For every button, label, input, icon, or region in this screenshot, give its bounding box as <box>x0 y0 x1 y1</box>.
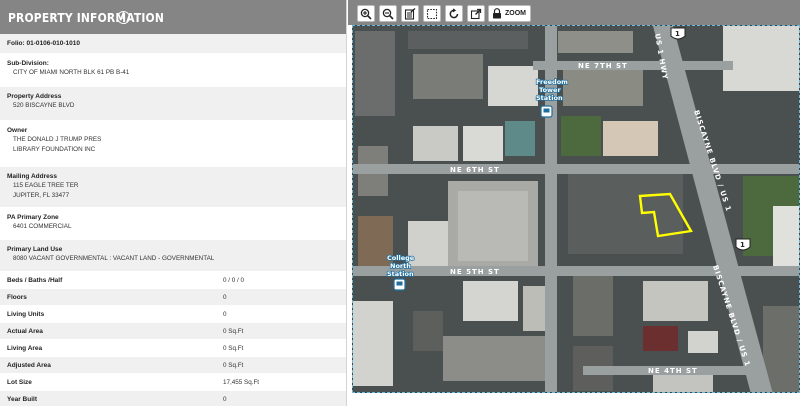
year-built-value: 0 <box>223 395 227 403</box>
floors-value: 0 <box>223 293 227 301</box>
label-ne-4th: NE 4TH ST <box>648 367 698 375</box>
route-shield-right: 1 <box>735 238 751 251</box>
subdivision-row: Sub-Division: CITY OF MIAMI NORTH BLK 61… <box>0 54 346 87</box>
beds-value: 0 / 0 / 0 <box>223 276 245 284</box>
lot-size-row: Lot Size 17,455 Sq.Ft <box>0 374 346 391</box>
folio-text: Folio: 01-0106-010-1010 <box>7 40 80 47</box>
property-address-label: Property Address <box>7 93 62 100</box>
zone-value: 6401 COMMERCIAL <box>13 223 72 230</box>
mailing-line-1: 115 EAGLE TREE TER <box>13 182 79 189</box>
actual-area-row: Actual Area 0 Sq.Ft <box>0 323 346 340</box>
label-ne-7th: NE 7TH ST <box>578 62 628 70</box>
refresh-icon[interactable] <box>445 5 463 22</box>
folio-row: Folio: 01-0106-010-1010 <box>0 34 346 54</box>
zoom-button[interactable]: ZOOM <box>488 5 531 22</box>
floors-row: Floors 0 <box>0 289 346 306</box>
svg-text:Tower: Tower <box>539 86 561 94</box>
select-box-icon[interactable] <box>423 5 441 22</box>
panel-title: PROPERTY INFORMATION <box>8 9 165 25</box>
floors-label: Floors <box>7 293 27 301</box>
svg-text:Station: Station <box>536 94 563 102</box>
living-units-label: Living Units <box>7 310 45 318</box>
property-fields: Folio: 01-0106-010-1010 Sub-Division: CI… <box>0 34 346 406</box>
owner-row: Owner THE DONALD J TRUMP PRES LIBRARY FO… <box>0 121 346 167</box>
mailing-line-2: JUPITER, FL 33477 <box>13 192 70 199</box>
zoom-label: ZOOM <box>505 10 526 17</box>
svg-text:1: 1 <box>675 30 680 38</box>
lot-size-label: Lot Size <box>7 378 32 386</box>
lot-size-value: 17,455 Sq.Ft <box>223 378 260 386</box>
living-units-row: Living Units 0 <box>0 306 346 323</box>
actual-area-label: Actual Area <box>7 327 43 335</box>
land-use-value: 8080 VACANT GOVERNMENTAL : VACANT LAND -… <box>13 255 215 262</box>
land-use-label: Primary Land Use <box>7 246 63 253</box>
living-area-label: Living Area <box>7 344 43 352</box>
zone-label: PA Primary Zone <box>7 214 59 221</box>
mailing-address-label: Mailing Address <box>7 173 57 180</box>
route-shield-top: 1 <box>670 27 686 40</box>
adjusted-area-value: 0 Sq.Ft <box>223 361 244 369</box>
living-units-value: 0 <box>223 310 227 318</box>
page: PROPERTY INFORMATION i Folio: 01-0106-01… <box>0 0 800 406</box>
map-footer <box>348 393 800 406</box>
external-link-icon[interactable] <box>467 5 485 22</box>
property-info-panel: PROPERTY INFORMATION i Folio: 01-0106-01… <box>0 0 347 406</box>
lock-icon <box>493 8 501 19</box>
owner-line-2: LIBRARY FOUNDATION INC <box>13 146 96 153</box>
year-built-label: Year Built <box>7 395 37 403</box>
owner-label: Owner <box>7 127 28 134</box>
svg-text:College: College <box>387 254 415 262</box>
svg-text:1: 1 <box>740 241 745 249</box>
svg-text:Station: Station <box>387 270 414 278</box>
subdivision-label: Sub-Division: <box>7 60 49 67</box>
beds-row: Beds / Baths /Half 0 / 0 / 0 <box>0 272 346 289</box>
label-ne-6th: NE 6TH ST <box>450 166 500 174</box>
svg-text:Freedom: Freedom <box>536 78 568 86</box>
beds-label: Beds / Baths /Half <box>7 276 63 284</box>
living-area-value: 0 Sq.Ft <box>223 344 244 352</box>
zoom-in-icon[interactable] <box>357 5 375 22</box>
label-ne-5th: NE 5TH ST <box>450 268 500 276</box>
adjusted-area-row: Adjusted Area 0 Sq.Ft <box>0 357 346 374</box>
actual-area-value: 0 Sq.Ft <box>223 327 244 335</box>
property-address-value: 520 BISCAYNE BLVD <box>13 102 75 109</box>
land-use-row: Primary Land Use 8080 VACANT GOVERNMENTA… <box>0 240 346 272</box>
adjusted-area-label: Adjusted Area <box>7 361 51 369</box>
zone-row: PA Primary Zone 6401 COMMERCIAL <box>0 208 346 240</box>
subdivision-value: CITY OF MIAMI NORTH BLK 61 PB B-41 <box>13 69 130 76</box>
street-ne-6th <box>353 164 799 174</box>
property-address-row: Property Address 520 BISCAYNE BLVD <box>0 87 346 121</box>
map-view[interactable]: NE 6TH ST NE 5TH ST NE 7TH ST NE 4TH ST … <box>352 25 800 393</box>
panel-header: PROPERTY INFORMATION i <box>0 0 346 34</box>
street-ne-7th <box>533 61 733 70</box>
svg-text:North: North <box>390 262 411 270</box>
info-icon[interactable]: i <box>117 11 130 24</box>
living-area-row: Living Area 0 Sq.Ft <box>0 340 346 357</box>
mailing-address-row: Mailing Address 115 EAGLE TREE TER JUPIT… <box>0 167 346 208</box>
layer-icon[interactable] <box>401 5 419 22</box>
owner-line-1: THE DONALD J TRUMP PRES <box>13 136 102 143</box>
satellite-map: NE 6TH ST NE 5TH ST NE 7TH ST NE 4TH ST … <box>353 26 799 392</box>
zoom-out-icon[interactable] <box>379 5 397 22</box>
year-built-row: Year Built 0 <box>0 391 346 406</box>
